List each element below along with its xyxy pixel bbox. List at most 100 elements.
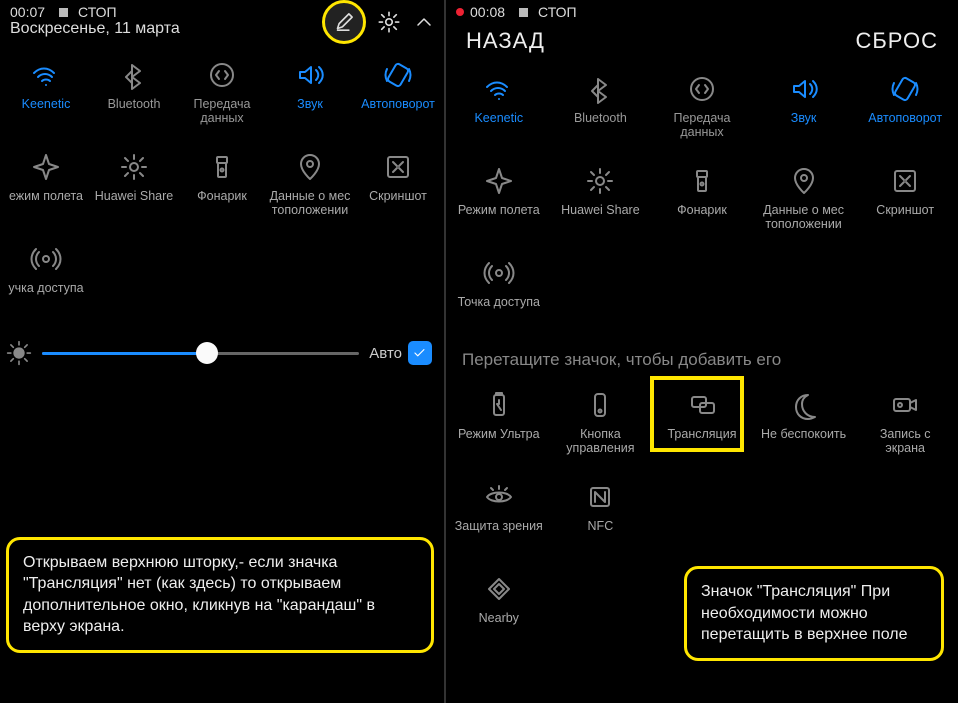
tile-label: Автоповорот xyxy=(361,97,435,111)
battery-icon xyxy=(480,386,518,424)
share-icon xyxy=(115,148,153,186)
tile-label: Запись с экрана xyxy=(859,427,951,456)
record-icon xyxy=(886,386,924,424)
tile-label: Звук xyxy=(791,111,817,125)
drag-hint: Перетащите значок, чтобы добавить его xyxy=(446,336,958,376)
plane-icon xyxy=(27,148,65,186)
qs-tile-rotate[interactable]: Автоповорот xyxy=(854,66,956,146)
qs-tile-eye[interactable]: Защита зрения xyxy=(448,474,550,554)
qs-tiles-row2: ежим полета Huawei Share ФонарикДанные о м… xyxy=(0,138,444,230)
edit-tiles-button[interactable] xyxy=(322,0,366,44)
qs-tile-hotspot[interactable]: Точка доступа xyxy=(448,250,550,330)
qs-tile-plane[interactable]: ежим полета xyxy=(2,144,90,224)
status-rec-label: СТОП xyxy=(538,4,577,20)
tile-label: NFC xyxy=(588,519,614,533)
qs-tiles-row1: Keenetic Bluetooth Передача данных Звук Авто… xyxy=(446,60,958,152)
eye-icon xyxy=(480,478,518,516)
tile-label: Keenetic xyxy=(474,111,523,125)
qs-tile-sound[interactable]: Звук xyxy=(266,52,354,132)
qs-tile-location[interactable]: Данные о мес тоположении xyxy=(753,158,855,238)
plane-icon xyxy=(480,162,518,200)
location-icon xyxy=(785,162,823,200)
qs-tile-hotspot[interactable]: учка доступа xyxy=(2,236,90,316)
qs-tile-location[interactable]: Данные о мес тоположении xyxy=(266,144,354,224)
qs-tile-data[interactable]: Передача данных xyxy=(651,66,753,146)
qs-tile-navdot[interactable]: Кнопка управления xyxy=(550,382,652,462)
tile-label: Фонарик xyxy=(677,203,727,217)
qs-tile-share[interactable]: Huawei Share xyxy=(90,144,178,224)
tile-label: Точка доступа xyxy=(458,295,540,309)
qs-tiles-row2: Режим полета Huawei Share Фонарик Данные о … xyxy=(446,152,958,244)
brightness-row: Авто xyxy=(0,322,444,378)
record-dot-icon xyxy=(456,8,464,16)
qs-tile-wifi[interactable]: Keenetic xyxy=(2,52,90,132)
tile-label: Защита зрения xyxy=(455,519,543,533)
auto-brightness-label: Авто xyxy=(369,345,402,362)
share-icon xyxy=(581,162,619,200)
status-time: 00:08 xyxy=(470,4,505,20)
nfc-icon xyxy=(581,478,619,516)
tile-label: Автоповорот xyxy=(868,111,942,125)
tile-label: Huawei Share xyxy=(95,189,174,203)
tile-label: Bluetooth xyxy=(108,97,161,111)
tile-label: Данные о мес тоположении xyxy=(266,189,354,218)
auto-brightness-checkbox[interactable] xyxy=(408,341,432,365)
data-icon xyxy=(683,70,721,108)
record-stop-icon xyxy=(519,8,528,17)
tile-label: Данные о мес тоположении xyxy=(758,203,850,232)
screenshot-icon xyxy=(886,162,924,200)
instruction-callout-right: Значок "Трансляция" При необходимости мо… xyxy=(684,566,944,661)
back-button[interactable]: НАЗАД xyxy=(466,28,545,54)
tile-label: Nearby xyxy=(479,611,519,625)
collapse-chevron-icon[interactable] xyxy=(412,10,436,34)
settings-gear-icon[interactable] xyxy=(376,9,402,35)
qs-tile-nearby[interactable]: Nearby xyxy=(448,566,550,646)
edit-tiles-panel: 00:08 СТОП НАЗАД СБРОС Keenetic Bluetooth… xyxy=(446,0,958,703)
nearby-icon xyxy=(480,570,518,608)
record-stop-icon xyxy=(59,8,68,17)
qs-tile-torch[interactable]: Фонарик xyxy=(651,158,753,238)
qs-tile-bluetooth[interactable]: Bluetooth xyxy=(90,52,178,132)
qs-tile-wifi[interactable]: Keenetic xyxy=(448,66,550,146)
data-icon xyxy=(203,56,241,94)
bluetooth-icon xyxy=(115,56,153,94)
torch-icon xyxy=(683,162,721,200)
sound-icon xyxy=(291,56,329,94)
qs-tile-bluetooth[interactable]: Bluetooth xyxy=(550,66,652,146)
moon-icon xyxy=(785,386,823,424)
tile-label: Звук xyxy=(297,97,323,111)
qs-tile-battery[interactable]: Режим Ультра xyxy=(448,382,550,462)
tile-label: Трансляция xyxy=(668,427,737,441)
brightness-thumb[interactable] xyxy=(196,342,218,364)
qs-tile-plane[interactable]: Режим полета xyxy=(448,158,550,238)
rotate-icon xyxy=(886,70,924,108)
tile-label: Передача данных xyxy=(178,97,266,126)
qs-tile-screenshot[interactable]: Скриншот xyxy=(854,158,956,238)
qs-tile-nfc[interactable]: NFC xyxy=(550,474,652,554)
brightness-slider[interactable] xyxy=(42,352,359,355)
qs-tile-sound[interactable]: Звук xyxy=(753,66,855,146)
tile-label: ежим полета xyxy=(9,189,83,203)
qs-tiles-row3: учка доступа xyxy=(0,230,444,322)
sound-icon xyxy=(785,70,823,108)
tile-label: Bluetooth xyxy=(574,111,627,125)
instruction-callout-left: Открываем верхнюю шторку,- если значка "… xyxy=(6,537,434,653)
qs-tiles-row3: Точка доступа xyxy=(446,244,958,336)
tile-label: Режим полета xyxy=(458,203,540,217)
qs-tile-data[interactable]: Передача данных xyxy=(178,52,266,132)
qs-tile-record[interactable]: Запись с экрана xyxy=(854,382,956,462)
qs-tile-torch[interactable]: Фонарик xyxy=(178,144,266,224)
status-bar: 00:08 СТОП xyxy=(446,0,958,20)
qs-tile-screenshot[interactable]: Скриншот xyxy=(354,144,442,224)
brightness-sun-icon xyxy=(6,340,32,366)
qs-tile-moon[interactable]: Не беспокоить xyxy=(753,382,855,462)
screenshot-icon xyxy=(379,148,417,186)
qs-tile-rotate[interactable]: Автоповорот xyxy=(354,52,442,132)
qs-tile-share[interactable]: Huawei Share xyxy=(550,158,652,238)
qs-tiles-row1: Keenetic Bluetooth Передача данных Звук Авто… xyxy=(0,46,444,138)
rotate-icon xyxy=(379,56,417,94)
status-time: 00:07 xyxy=(10,4,45,20)
tile-label: Передача данных xyxy=(656,111,748,140)
qs-tile-cast[interactable]: Трансляция xyxy=(651,382,753,462)
reset-button[interactable]: СБРОС xyxy=(855,28,938,54)
